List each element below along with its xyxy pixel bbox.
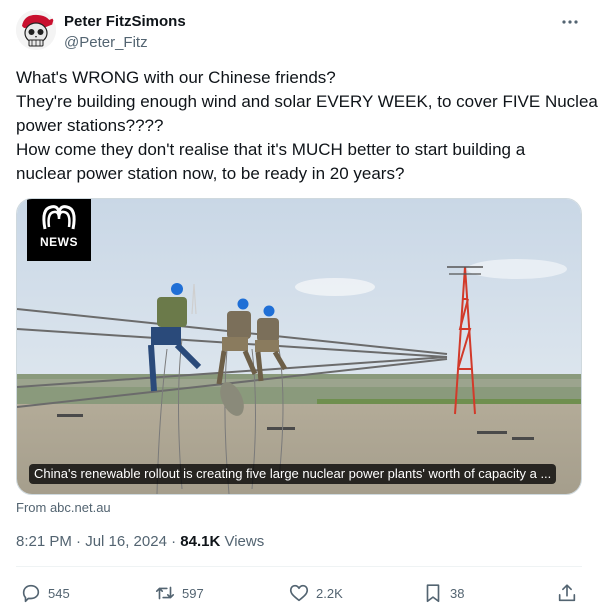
more-horizontal-icon [562, 20, 578, 24]
tweet-text-line: nuclear power station now, to be ready i… [16, 164, 405, 183]
tweet-text-line: They're building enough wind and solar E… [16, 92, 598, 111]
abc-news-logo: NEWS [27, 199, 91, 261]
author-block: Peter FitzSimons @Peter_Fitz [64, 13, 186, 52]
bookmark-icon [426, 584, 440, 603]
tweet-text-line: How come they don't realise that it's MU… [16, 140, 526, 159]
reply-button[interactable]: 545 [20, 578, 70, 608]
share-icon [558, 584, 576, 602]
tweet-text: What's WRONG with our Chinese friends? T… [16, 66, 598, 186]
meta-separator: · [166, 533, 181, 550]
display-name[interactable]: Peter FitzSimons [64, 13, 186, 31]
repost-icon [155, 586, 175, 600]
timestamp[interactable]: 8:21 PM · Jul 16, 2024 [16, 533, 167, 550]
handle[interactable]: @Peter_Fitz [64, 34, 186, 52]
more-options-button[interactable] [558, 10, 582, 34]
card-source[interactable]: From abc.net.au [16, 500, 111, 515]
tweet-text-line: power stations???? [16, 116, 164, 135]
tweet-text-line: What's WRONG with our Chinese friends? [16, 68, 336, 87]
news-logo-text: NEWS [40, 235, 78, 249]
views-label: Views [224, 533, 265, 550]
action-bar: 545 597 2.2K 38 [16, 578, 582, 608]
avatar[interactable] [16, 10, 56, 50]
views-count: 84.1K [180, 533, 221, 550]
reply-count: 545 [48, 585, 70, 601]
reply-icon [22, 584, 40, 603]
repost-count: 597 [182, 585, 204, 601]
card-caption: China's renewable rollout is creating fi… [29, 464, 557, 484]
tweet-meta: 8:21 PM · Jul 16, 2024 · 84.1K Views [16, 533, 264, 550]
card-photo [17, 199, 581, 494]
repost-button[interactable]: 597 [154, 578, 204, 608]
tweet: Peter FitzSimons @Peter_Fitz What's WRON… [0, 0, 598, 615]
pirate-skull-icon [16, 10, 56, 50]
abc-logo-icon [42, 205, 76, 230]
divider [16, 566, 582, 567]
link-card[interactable]: NEWS China's renewable rollout is creati… [16, 198, 582, 495]
bookmark-count: 38 [450, 585, 465, 601]
share-button[interactable] [556, 578, 584, 608]
heart-icon [289, 584, 309, 602]
bookmark-button[interactable]: 38 [422, 578, 464, 608]
like-count: 2.2K [316, 585, 343, 601]
like-button[interactable]: 2.2K [288, 578, 343, 608]
